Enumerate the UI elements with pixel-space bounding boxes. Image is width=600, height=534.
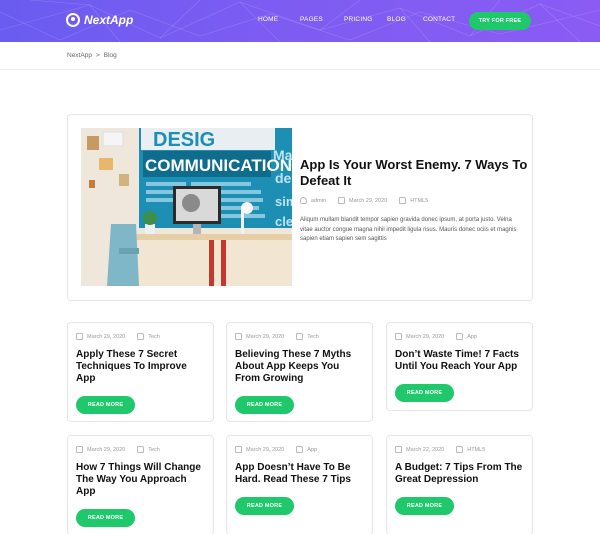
post-card-category-text[interactable]: Tech <box>307 334 319 340</box>
image-text-2: de <box>275 170 292 186</box>
user-icon <box>300 197 307 204</box>
calendar-icon <box>76 333 83 340</box>
breadcrumb-bar: NextApp > Blog <box>0 42 600 70</box>
image-text-design: DESIG <box>153 129 215 151</box>
post-category: HTML5 <box>399 197 428 204</box>
post-card: March 29, 2020 Tech How 7 Things Will Ch… <box>67 435 214 534</box>
folder-icon <box>399 197 407 204</box>
breadcrumb: NextApp > Blog <box>67 52 117 59</box>
post-card-meta: March 22, 2020 HTML5 <box>395 446 497 453</box>
post-card: March 29, 2020 Tech Apply These 7 Secret… <box>67 322 214 422</box>
featured-post-meta: admin March 29, 2020 HTML5 <box>300 197 440 204</box>
site-header: NextApp HOME PAGES PRICING BLOG CONTACT … <box>0 0 600 42</box>
post-card-date-text: March 29, 2020 <box>246 333 285 340</box>
calendar-icon <box>235 333 242 340</box>
post-card-title[interactable]: Apply These 7 Secret Techniques To Impro… <box>76 349 208 385</box>
post-card: March 22, 2020 HTML5 A Budget: 7 Tips Fr… <box>386 435 533 534</box>
post-card-category-text[interactable]: Tech <box>148 334 160 340</box>
nav-pages[interactable]: PAGES <box>300 16 323 23</box>
post-card-title[interactable]: App Doesn’t Have To Be Hard. Read These … <box>235 462 367 486</box>
post-card-meta: March 29, 2020 Tech <box>76 333 172 340</box>
folder-icon <box>137 446 145 453</box>
post-card: March 29, 2020 Tech Believing These 7 My… <box>226 322 373 422</box>
read-more-button[interactable]: READ MORE <box>395 497 454 515</box>
post-category-text[interactable]: HTML5 <box>410 198 428 204</box>
post-card-category: HTML5 <box>456 446 485 453</box>
read-more-button[interactable]: READ MORE <box>76 396 135 414</box>
breadcrumb-home-link[interactable]: NextApp <box>67 52 92 59</box>
post-card-date: March 29, 2020 <box>235 446 284 453</box>
post-card-meta: March 29, 2020 App <box>235 446 329 453</box>
post-card-meta: March 29, 2020 App <box>395 333 489 340</box>
post-card-date: March 29, 2020 <box>76 333 125 340</box>
post-date: March 29, 2020 <box>337 197 388 204</box>
read-more-button[interactable]: READ MORE <box>395 384 454 402</box>
featured-post-excerpt: Aliqum mullam blandit tempor sapien grav… <box>300 217 517 242</box>
post-card-category: App <box>296 446 317 453</box>
post-card-date: March 29, 2020 <box>235 333 284 340</box>
image-text-3: sim <box>275 194 292 209</box>
post-card-meta: March 29, 2020 Tech <box>76 446 172 453</box>
nav-pricing[interactable]: PRICING <box>344 16 373 23</box>
post-card-date-text: March 29, 2020 <box>87 446 126 453</box>
post-card-date: March 29, 2020 <box>76 446 125 453</box>
post-card-category: App <box>456 333 477 340</box>
post-date-text: March 29, 2020 <box>348 197 388 204</box>
breadcrumb-separator: > <box>95 52 100 59</box>
post-card-date: March 29, 2020 <box>395 333 444 340</box>
calendar-icon <box>395 446 402 453</box>
folder-icon <box>296 446 304 453</box>
post-card-title[interactable]: How 7 Things Will Change The Way You App… <box>76 462 208 498</box>
read-more-button[interactable]: READ MORE <box>235 497 294 515</box>
folder-icon <box>137 333 145 340</box>
post-card-category: Tech <box>137 446 160 453</box>
post-card-date-text: March 29, 2020 <box>87 333 126 340</box>
post-author-name[interactable]: admin <box>311 198 326 204</box>
image-text-1: Ma <box>273 147 292 163</box>
post-card-category: Tech <box>296 333 319 340</box>
nav-contact[interactable]: CONTACT <box>423 16 455 23</box>
post-card-category: Tech <box>137 333 160 340</box>
folder-icon <box>296 333 304 340</box>
read-more-button[interactable]: READ MORE <box>235 396 294 414</box>
post-card: March 29, 2020 App Don’t Waste Time! 7 F… <box>386 322 533 411</box>
post-card-category-text[interactable]: Tech <box>148 447 160 453</box>
post-card-meta: March 29, 2020 Tech <box>235 333 331 340</box>
calendar-icon <box>395 333 402 340</box>
post-card: March 29, 2020 App App Doesn’t Have To B… <box>226 435 373 534</box>
calendar-icon <box>337 197 345 204</box>
nav-home[interactable]: HOME <box>258 16 278 23</box>
post-card-date-text: March 29, 2020 <box>406 333 445 340</box>
try-for-free-button[interactable]: TRY FOR FREE <box>469 12 531 30</box>
featured-post-image[interactable]: DESIG COMMUNICATION Ma de sim cle <box>81 128 292 286</box>
post-author: admin <box>300 197 326 204</box>
image-text-4: cle <box>275 214 292 229</box>
calendar-icon <box>76 446 83 453</box>
image-text-communication: COMMUNICATION <box>145 156 292 175</box>
post-card-category-text[interactable]: App <box>307 447 317 453</box>
post-card-date-text: March 22, 2020 <box>406 446 445 453</box>
post-card-category-text[interactable]: App <box>467 334 477 340</box>
post-card-title[interactable]: Don’t Waste Time! 7 Facts Until You Reac… <box>395 349 527 373</box>
nav-blog[interactable]: BLOG <box>387 16 406 23</box>
post-card-title[interactable]: Believing These 7 Myths About App Keeps … <box>235 349 367 385</box>
read-more-button[interactable]: READ MORE <box>76 509 135 527</box>
folder-icon <box>456 333 464 340</box>
post-card-date-text: March 29, 2020 <box>246 446 285 453</box>
post-card-date: March 22, 2020 <box>395 446 444 453</box>
breadcrumb-current: Blog <box>103 52 117 59</box>
calendar-icon <box>235 446 242 453</box>
folder-icon <box>456 446 464 453</box>
featured-post-title[interactable]: App Is Your Worst Enemy. 7 Ways To Defea… <box>300 157 530 189</box>
post-card-category-text[interactable]: HTML5 <box>467 447 485 453</box>
post-card-title[interactable]: A Budget: 7 Tips From The Great Depressi… <box>395 462 527 486</box>
featured-post-card: DESIG COMMUNICATION Ma de sim cle App Is… <box>67 114 533 301</box>
